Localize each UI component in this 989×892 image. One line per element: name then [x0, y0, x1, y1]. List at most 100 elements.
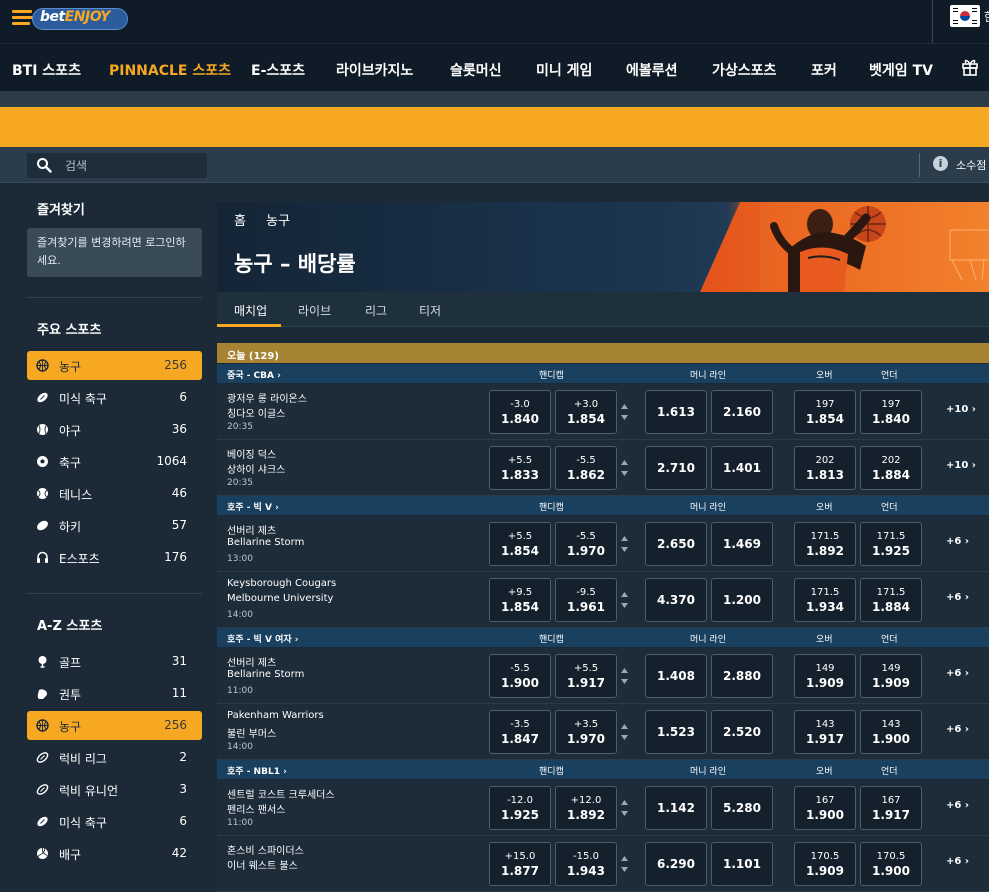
under-odds[interactable]: 149 1.909	[860, 654, 922, 698]
more-markets-link[interactable]: +10 ›	[946, 404, 976, 415]
breadcrumb-basketball[interactable]: 농구	[266, 214, 290, 229]
moneyline-home-odds[interactable]: 2.710	[645, 446, 707, 490]
tab-teaser[interactable]: 티저	[419, 302, 441, 319]
handicap-away-odds[interactable]: -5.5 1.970	[555, 522, 617, 566]
sidebar-item-az-3[interactable]: 럭비 리그 2	[27, 743, 202, 772]
handicap-away-odds[interactable]: +5.5 1.917	[555, 654, 617, 698]
handicap-away-odds[interactable]: +12.0 1.892	[555, 786, 617, 830]
info-icon[interactable]: i	[933, 156, 948, 171]
handicap-home-odds[interactable]: +5.5 1.854	[489, 522, 551, 566]
line-adjust-icon[interactable]	[620, 798, 629, 818]
nav-betgames-tv[interactable]: 벳게임 TV	[869, 60, 933, 80]
league-header[interactable]: 호주 - 빅 V › 핸디캡 머니 라인 오버 언더	[217, 496, 989, 515]
handicap-away-odds[interactable]: -5.5 1.862	[555, 446, 617, 490]
promo-banner[interactable]	[0, 107, 989, 147]
league-header[interactable]: 중국 - CBA › 핸디캡 머니 라인 오버 언더	[217, 364, 989, 383]
line-adjust-icon[interactable]	[620, 666, 629, 686]
nav-pinnacle-sports[interactable]: PINNACLE 스포츠	[109, 60, 231, 80]
sidebar-item-main-2[interactable]: 야구 36	[27, 415, 202, 444]
sidebar-item-az-0[interactable]: 골프 31	[27, 647, 202, 676]
moneyline-away-odds[interactable]: 2.160	[711, 390, 773, 434]
moneyline-away-odds[interactable]: 2.520	[711, 710, 773, 754]
more-markets-link[interactable]: +10 ›	[946, 460, 976, 471]
handicap-home-odds[interactable]: +5.5 1.833	[489, 446, 551, 490]
more-markets-link[interactable]: +6 ›	[946, 856, 969, 867]
line-adjust-icon[interactable]	[620, 722, 629, 742]
under-odds[interactable]: 171.5 1.884	[860, 578, 922, 622]
nav-virtual-sports[interactable]: 가상스포츠	[712, 60, 776, 80]
handicap-home-odds[interactable]: -3.5 1.847	[489, 710, 551, 754]
moneyline-home-odds[interactable]: 1.142	[645, 786, 707, 830]
under-odds[interactable]: 197 1.840	[860, 390, 922, 434]
line-adjust-icon[interactable]	[620, 854, 629, 874]
league-header[interactable]: 호주 - 빅 V 여자 › 핸디캡 머니 라인 오버 언더	[217, 628, 989, 647]
more-markets-link[interactable]: +6 ›	[946, 668, 969, 679]
moneyline-home-odds[interactable]: 2.650	[645, 522, 707, 566]
more-markets-link[interactable]: +6 ›	[946, 800, 969, 811]
under-odds[interactable]: 167 1.917	[860, 786, 922, 830]
sidebar-item-main-4[interactable]: 테니스 46	[27, 479, 202, 508]
tab-matchup[interactable]: 매치업	[234, 302, 267, 319]
sidebar-item-az-1[interactable]: 권투 11	[27, 679, 202, 708]
more-markets-link[interactable]: +6 ›	[946, 536, 969, 547]
over-odds[interactable]: 202 1.813	[794, 446, 856, 490]
handicap-home-odds[interactable]: +15.0 1.877	[489, 842, 551, 886]
nav-live-casino[interactable]: 라이브카지노	[336, 60, 413, 80]
tab-league[interactable]: 리그	[365, 302, 387, 319]
line-adjust-icon[interactable]	[620, 402, 629, 422]
search-input[interactable]	[65, 155, 205, 176]
language-label[interactable]: 한	[984, 8, 989, 25]
moneyline-home-odds[interactable]: 4.370	[645, 578, 707, 622]
sidebar-item-main-0[interactable]: 농구 256	[27, 351, 202, 380]
moneyline-away-odds[interactable]: 1.469	[711, 522, 773, 566]
handicap-away-odds[interactable]: -15.0 1.943	[555, 842, 617, 886]
korea-flag-icon[interactable]	[950, 5, 980, 27]
handicap-away-odds[interactable]: +3.5 1.970	[555, 710, 617, 754]
over-odds[interactable]: 167 1.900	[794, 786, 856, 830]
moneyline-away-odds[interactable]: 1.401	[711, 446, 773, 490]
over-odds[interactable]: 171.5 1.934	[794, 578, 856, 622]
gift-icon[interactable]	[961, 57, 979, 77]
handicap-home-odds[interactable]: +9.5 1.854	[489, 578, 551, 622]
moneyline-away-odds[interactable]: 1.200	[711, 578, 773, 622]
over-odds[interactable]: 143 1.917	[794, 710, 856, 754]
handicap-away-odds[interactable]: -9.5 1.961	[555, 578, 617, 622]
line-adjust-icon[interactable]	[620, 458, 629, 478]
handicap-home-odds[interactable]: -3.0 1.840	[489, 390, 551, 434]
moneyline-home-odds[interactable]: 1.523	[645, 710, 707, 754]
under-odds[interactable]: 171.5 1.925	[860, 522, 922, 566]
more-markets-link[interactable]: +6 ›	[946, 724, 969, 735]
nav-esports[interactable]: E-스포츠	[251, 60, 305, 80]
under-odds[interactable]: 202 1.884	[860, 446, 922, 490]
over-odds[interactable]: 171.5 1.892	[794, 522, 856, 566]
moneyline-home-odds[interactable]: 1.408	[645, 654, 707, 698]
moneyline-home-odds[interactable]: 6.290	[645, 842, 707, 886]
sidebar-item-az-2[interactable]: 농구 256	[27, 711, 202, 740]
handicap-away-odds[interactable]: +3.0 1.854	[555, 390, 617, 434]
handicap-home-odds[interactable]: -5.5 1.900	[489, 654, 551, 698]
sidebar-item-az-6[interactable]: 배구 42	[27, 839, 202, 868]
nav-poker[interactable]: 포커	[811, 60, 837, 80]
over-odds[interactable]: 170.5 1.909	[794, 842, 856, 886]
over-odds[interactable]: 149 1.909	[794, 654, 856, 698]
moneyline-away-odds[interactable]: 1.101	[711, 842, 773, 886]
breadcrumb-home[interactable]: 홈	[234, 214, 246, 229]
moneyline-home-odds[interactable]: 1.613	[645, 390, 707, 434]
sidebar-item-az-4[interactable]: 럭비 유니언 3	[27, 775, 202, 804]
moneyline-away-odds[interactable]: 2.880	[711, 654, 773, 698]
league-header[interactable]: 호주 - NBL1 › 핸디캡 머니 라인 오버 언더	[217, 760, 989, 779]
under-odds[interactable]: 170.5 1.900	[860, 842, 922, 886]
sidebar-item-main-3[interactable]: 축구 1064	[27, 447, 202, 476]
odds-format-label[interactable]: 소수점	[956, 157, 986, 173]
nav-bti-sports[interactable]: BTI 스포츠	[12, 60, 81, 80]
tab-live[interactable]: 라이브	[298, 302, 331, 319]
handicap-home-odds[interactable]: -12.0 1.925	[489, 786, 551, 830]
logo[interactable]: betENJOY	[10, 6, 128, 32]
today-header[interactable]: 오늘 (129)	[217, 343, 989, 363]
sidebar-item-main-1[interactable]: 미식 축구 6	[27, 383, 202, 412]
over-odds[interactable]: 197 1.854	[794, 390, 856, 434]
nav-slot-machine[interactable]: 슬롯머신	[450, 60, 502, 80]
under-odds[interactable]: 143 1.900	[860, 710, 922, 754]
line-adjust-icon[interactable]	[620, 590, 629, 610]
line-adjust-icon[interactable]	[620, 534, 629, 554]
